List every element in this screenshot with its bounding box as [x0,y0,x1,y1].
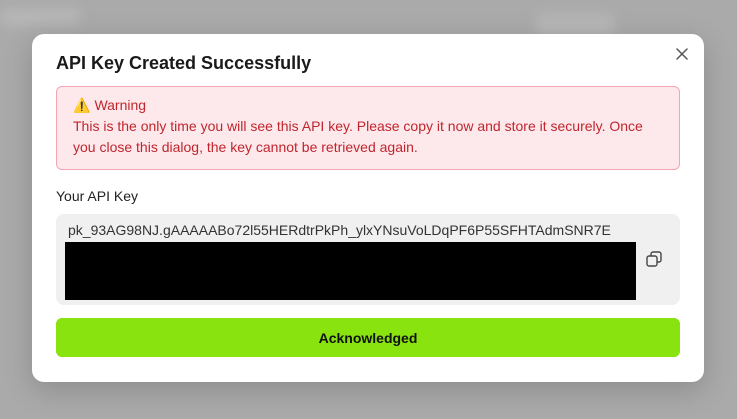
copy-icon [646,251,662,267]
api-key-label: Your API Key [56,188,138,204]
dialog-title: API Key Created Successfully [56,53,312,73]
close-icon [676,48,688,60]
copy-button[interactable] [644,250,664,270]
warning-icon: ⚠️ [73,97,91,113]
api-key-redacted-block [65,242,636,300]
api-key-dialog: API Key Created Successfully ⚠️ Warning … [32,34,704,382]
warning-message: This is the only time you will see this … [73,118,643,155]
close-button[interactable] [672,44,692,64]
warning-heading: Warning [94,97,147,113]
warning-banner: ⚠️ Warning This is the only time you wil… [56,86,680,170]
acknowledge-button[interactable]: Acknowledged [56,318,680,357]
api-key-value[interactable]: pk_93AG98NJ.gAAAAABo72l55HERdtrPkPh_ylxY… [68,222,611,238]
api-key-box: pk_93AG98NJ.gAAAAABo72l55HERdtrPkPh_ylxY… [56,214,680,305]
